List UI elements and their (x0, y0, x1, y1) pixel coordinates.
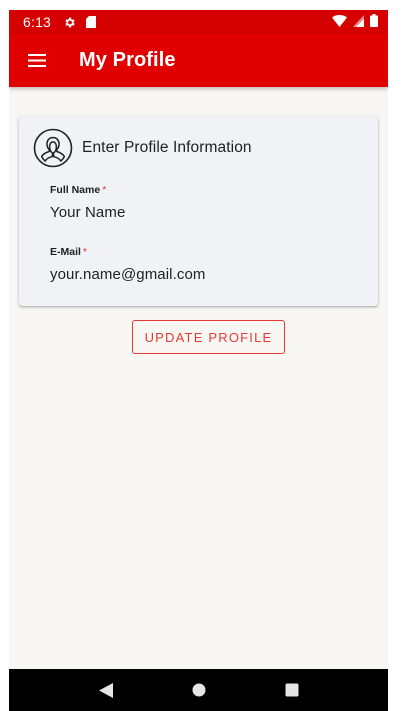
required-mark: * (102, 184, 107, 196)
email-label: E-Mail * (50, 246, 206, 258)
status-time: 6:13 (23, 14, 52, 30)
full-name-field[interactable]: Full Name * Your Name (50, 184, 125, 221)
wifi-icon (332, 14, 347, 30)
status-bar: 6:13 (9, 10, 388, 34)
settings-gear-icon (63, 16, 76, 29)
status-right-icons (332, 14, 378, 30)
recents-square-icon[interactable] (272, 670, 312, 710)
card-title: Enter Profile Information (82, 139, 252, 156)
profile-card: Enter Profile Information Full Name * You… (19, 116, 378, 306)
card-header: Enter Profile Information (33, 128, 252, 168)
signal-icon (353, 14, 364, 30)
phone-screen: 6:13 My Profile Enter Profile Informatio… (9, 10, 388, 711)
sd-card-icon (86, 16, 97, 28)
required-mark: * (82, 246, 88, 258)
update-profile-button[interactable]: UPDATE PROFILE (132, 320, 285, 354)
system-nav-bar (9, 669, 388, 711)
full-name-label-text: Full Name (50, 184, 101, 196)
email-label-text: E-Mail (50, 246, 81, 258)
battery-icon (370, 14, 378, 30)
full-name-label: Full Name * (50, 184, 125, 196)
email-field[interactable]: E-Mail * your.name@gmail.com (50, 246, 206, 283)
app-bar: My Profile (9, 34, 388, 87)
home-circle-icon[interactable] (179, 670, 219, 710)
full-name-value[interactable]: Your Name (50, 204, 125, 221)
user-profile-icon (33, 128, 73, 168)
page-title: My Profile (79, 49, 176, 71)
hamburger-menu-icon[interactable] (9, 34, 65, 87)
back-triangle-icon[interactable] (86, 670, 126, 710)
email-value[interactable]: your.name@gmail.com (50, 266, 206, 283)
